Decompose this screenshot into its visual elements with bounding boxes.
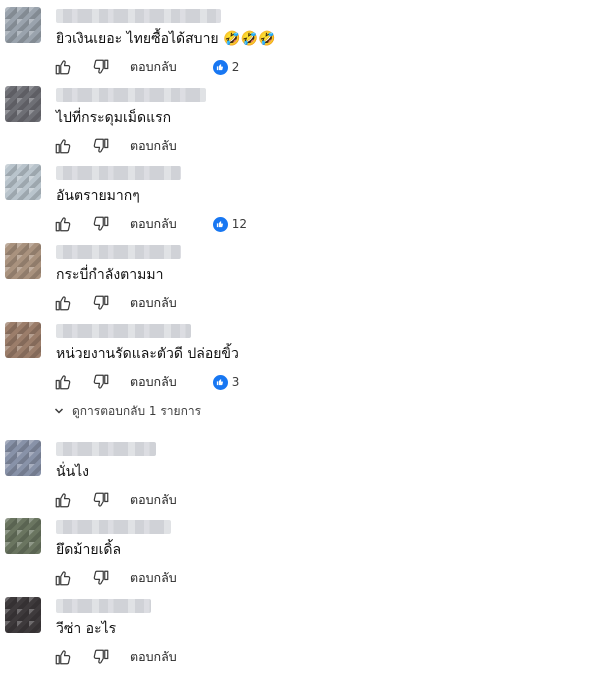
comment-text: อันตรายมากๆ <box>56 188 140 204</box>
comment-text: นั่นไง <box>56 464 90 480</box>
thumbs-up-icon[interactable] <box>54 648 72 666</box>
thumbs-up-icon[interactable] <box>54 137 72 155</box>
avatar[interactable] <box>5 7 41 43</box>
blue-like-badge-icon <box>212 59 228 75</box>
comment-actions: ตอบกลับ 12 <box>54 214 247 234</box>
thumbs-down-icon[interactable] <box>92 373 110 391</box>
author-name-blurred[interactable] <box>56 245 181 259</box>
chevron-down-icon <box>54 408 64 414</box>
reply-button[interactable]: ตอบกลับ <box>130 647 177 667</box>
thumbs-up-icon[interactable] <box>54 294 72 312</box>
thumbs-up-icon[interactable] <box>54 491 72 509</box>
comment-actions: ตอบกลับ <box>54 490 177 510</box>
reply-button[interactable]: ตอบกลับ <box>130 372 177 392</box>
like-count-group: 2 <box>212 59 240 75</box>
thumbs-up-icon[interactable] <box>54 569 72 587</box>
comment-text: วีซ่า อะไร <box>56 621 117 637</box>
like-count-group: 12 <box>212 216 248 232</box>
author-name-blurred[interactable] <box>56 9 221 23</box>
thumbs-down-icon[interactable] <box>92 569 110 587</box>
thumbs-down-icon[interactable] <box>92 648 110 666</box>
thumbs-up-icon[interactable] <box>54 373 72 391</box>
author-name-blurred[interactable] <box>56 166 181 180</box>
comment-item: กระบี่กำลังตามมาตอบกลับ <box>0 243 600 319</box>
like-count: 12 <box>231 217 248 231</box>
comment-item: ยึดม้ายเดิ้ลตอบกลับ <box>0 518 600 594</box>
avatar[interactable] <box>5 322 41 358</box>
view-replies-label: ดูการตอบกลับ 1 รายการ <box>72 403 202 418</box>
reply-button[interactable]: ตอบกลับ <box>130 293 177 313</box>
avatar[interactable] <box>5 86 41 122</box>
avatar[interactable] <box>5 597 41 633</box>
reply-button[interactable]: ตอบกลับ <box>130 568 177 588</box>
comment-actions: ตอบกลับ <box>54 568 177 588</box>
comment-text: หน่วยงานรัดและตัวดี ปล่อยขิ้ว <box>56 346 239 362</box>
comment-item: หน่วยงานรัดและตัวดี ปล่อยขิ้วตอบกลับ 3 <box>0 322 600 398</box>
avatar[interactable] <box>5 164 41 200</box>
like-count-group: 3 <box>212 374 240 390</box>
avatar[interactable] <box>5 243 41 279</box>
comment-item: ไปที่กระดุมเม็ดแรกตอบกลับ <box>0 86 600 162</box>
reply-button[interactable]: ตอบกลับ <box>130 490 177 510</box>
blue-like-badge-icon <box>212 216 228 232</box>
reply-button[interactable]: ตอบกลับ <box>130 214 177 234</box>
comment-text: กระบี่กำลังตามมา <box>56 267 164 283</box>
blue-like-badge-icon <box>212 374 228 390</box>
reply-button[interactable]: ตอบกลับ <box>130 57 177 77</box>
comment-actions: ตอบกลับ <box>54 136 177 156</box>
avatar[interactable] <box>5 440 41 476</box>
comment-item: อันตรายมากๆตอบกลับ 12 <box>0 164 600 240</box>
comment-actions: ตอบกลับ 2 <box>54 57 239 77</box>
view-replies-button[interactable]: ดูการตอบกลับ 1 รายการ <box>54 401 201 421</box>
comment-actions: ตอบกลับ <box>54 293 177 313</box>
thumbs-down-icon[interactable] <box>92 215 110 233</box>
comment-text: ยิวเงินเยอะ ไทยซื้อได้สบาย 🤣🤣🤣 <box>56 31 276 47</box>
thumbs-up-icon[interactable] <box>54 215 72 233</box>
comment-item: ยิวเงินเยอะ ไทยซื้อได้สบาย 🤣🤣🤣 ตอบกลับ 2 <box>0 7 600 83</box>
author-name-blurred[interactable] <box>56 88 206 102</box>
thumbs-up-icon[interactable] <box>54 58 72 76</box>
thumbs-down-icon[interactable] <box>92 294 110 312</box>
comment-actions: ตอบกลับ <box>54 647 177 667</box>
like-count: 3 <box>231 375 240 389</box>
comment-text: ไปที่กระดุมเม็ดแรก <box>56 110 172 126</box>
author-name-blurred[interactable] <box>56 442 156 456</box>
comment-text: ยึดม้ายเดิ้ล <box>56 542 122 558</box>
author-name-blurred[interactable] <box>56 599 151 613</box>
avatar[interactable] <box>5 518 41 554</box>
reply-button[interactable]: ตอบกลับ <box>130 136 177 156</box>
author-name-blurred[interactable] <box>56 324 191 338</box>
comment-item: นั่นไงตอบกลับ <box>0 440 600 516</box>
thumbs-down-icon[interactable] <box>92 58 110 76</box>
like-count: 2 <box>231 60 240 74</box>
author-name-blurred[interactable] <box>56 520 171 534</box>
comment-actions: ตอบกลับ 3 <box>54 372 239 392</box>
thumbs-down-icon[interactable] <box>92 491 110 509</box>
comment-item: วีซ่า อะไรตอบกลับ <box>0 597 600 673</box>
thumbs-down-icon[interactable] <box>92 137 110 155</box>
